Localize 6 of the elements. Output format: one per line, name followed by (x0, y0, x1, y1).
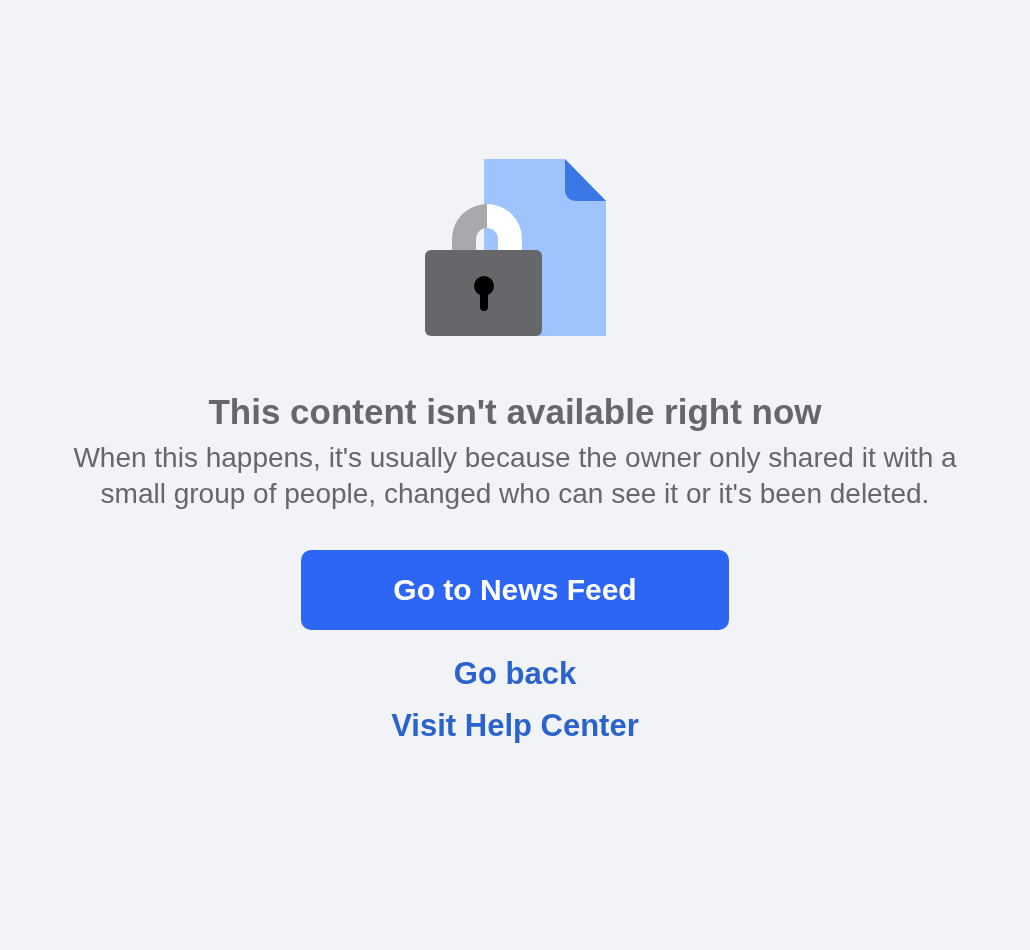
text-link[interactable]: Visit Help Center (391, 708, 639, 744)
page-title: This content isn't available right now (208, 392, 822, 432)
news-feed-button[interactable]: Go to News Feed (301, 550, 729, 630)
text-link[interactable]: Go back (453, 656, 577, 692)
locked-document-icon (424, 159, 606, 336)
message-text: When this happens, it's usually because the owner only shared it with a small group of people, changed who can see it or it's been deleted. (72, 441, 958, 511)
